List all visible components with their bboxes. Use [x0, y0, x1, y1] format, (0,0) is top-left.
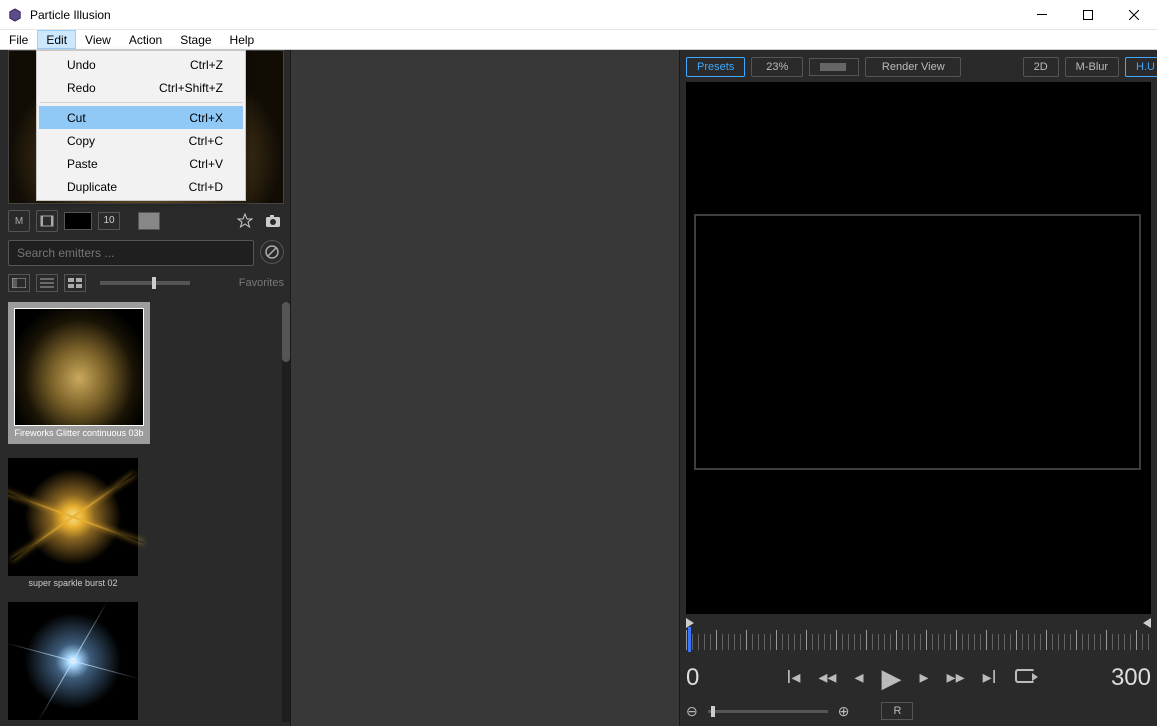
emitter-thumb: [14, 308, 144, 426]
zoom-in-icon[interactable]: ⊕: [838, 703, 850, 720]
star-icon[interactable]: [234, 210, 256, 232]
menu-redo[interactable]: RedoCtrl+Shift+Z: [39, 76, 243, 99]
middle-panel: [290, 50, 680, 726]
stage-viewport[interactable]: [686, 82, 1151, 614]
current-frame: 0: [686, 664, 734, 692]
zoom-percent[interactable]: 23%: [751, 57, 803, 77]
play-button[interactable]: ▶: [882, 667, 902, 689]
menu-undo[interactable]: UndoCtrl+Z: [39, 53, 243, 76]
r-button[interactable]: R: [881, 702, 913, 720]
titlebar: Particle Illusion: [0, 0, 1157, 30]
menubar: File Edit View Action Stage Help: [0, 30, 1157, 50]
menu-action[interactable]: Action: [120, 30, 171, 49]
emitter-scrollbar[interactable]: [282, 302, 290, 722]
content: M 10 Favori: [0, 50, 1157, 726]
emitter-caption: super sparkle burst 02: [8, 578, 138, 588]
rewind-button[interactable]: ◂◂: [818, 667, 836, 689]
menu-stage[interactable]: Stage: [171, 30, 220, 49]
emitter-item[interactable]: super sparkle burst 02: [8, 458, 284, 588]
color-swatch[interactable]: [64, 212, 92, 230]
thumb-size-slider[interactable]: [100, 281, 190, 285]
view-strip: Favorites: [8, 272, 284, 294]
right-panel: Presets 23% Render View 2D M-Blur H.U 0 …: [680, 50, 1157, 726]
stage-frame: [694, 214, 1141, 470]
emitter-thumb: [8, 458, 138, 576]
timeline-zoom-slider[interactable]: [708, 710, 828, 713]
weight-input[interactable]: 10: [98, 212, 120, 230]
detail-view-icon[interactable]: [8, 274, 30, 292]
emitter-list: Fireworks Glitter continuous 03b super s…: [8, 302, 284, 722]
zoom-bar[interactable]: [809, 58, 859, 76]
menu-view[interactable]: View: [76, 30, 120, 49]
timeline-zoom-row: ⊖ ⊕ R: [686, 700, 1151, 722]
grid-view-icon[interactable]: [64, 274, 86, 292]
playhead-cursor[interactable]: [688, 627, 691, 652]
emitter-caption: Fireworks Glitter continuous 03b: [14, 428, 144, 438]
hud-button[interactable]: H.U: [1125, 57, 1157, 77]
time-ruler[interactable]: [686, 630, 1151, 652]
close-button[interactable]: [1111, 0, 1157, 30]
render-view-button[interactable]: Render View: [865, 57, 961, 77]
step-back-button[interactable]: ◂: [854, 667, 863, 689]
edit-dropdown: UndoCtrl+Z RedoCtrl+Shift+Z CutCtrl+X Co…: [36, 50, 246, 201]
mode-2d-button[interactable]: 2D: [1023, 57, 1059, 77]
loop-button[interactable]: [1015, 667, 1035, 689]
menu-help[interactable]: Help: [221, 30, 264, 49]
camera-icon[interactable]: [262, 210, 284, 232]
window-title: Particle Illusion: [30, 8, 111, 22]
goto-end-button[interactable]: ▸I: [983, 667, 997, 689]
favorites-label: Favorites: [239, 277, 284, 289]
menu-duplicate[interactable]: DuplicateCtrl+D: [39, 175, 243, 198]
maximize-button[interactable]: [1065, 0, 1111, 30]
step-forward-button[interactable]: ▸: [920, 667, 929, 689]
minimize-button[interactable]: [1019, 0, 1065, 30]
gray-toggle[interactable]: [138, 212, 160, 230]
film-icon[interactable]: [36, 210, 58, 232]
menu-paste[interactable]: PasteCtrl+V: [39, 152, 243, 175]
mode-m-button[interactable]: M: [8, 210, 30, 232]
emitter-thumb: [8, 602, 138, 720]
mblur-button[interactable]: M-Blur: [1065, 57, 1119, 77]
viewport-toolbar: Presets 23% Render View 2D M-Blur H.U: [686, 56, 1157, 78]
menu-file[interactable]: File: [0, 30, 37, 49]
menu-cut[interactable]: CutCtrl+X: [39, 106, 243, 129]
emitter-item[interactable]: Fireworks Glitter continuous 03b: [8, 302, 150, 444]
menu-copy[interactable]: CopyCtrl+C: [39, 129, 243, 152]
timeline-range[interactable]: [686, 618, 1151, 628]
menu-edit[interactable]: Edit: [37, 30, 76, 49]
end-frame: 300: [1087, 664, 1151, 692]
goto-start-button[interactable]: I◂: [786, 667, 800, 689]
presets-button[interactable]: Presets: [686, 57, 745, 77]
range-end-handle[interactable]: [1143, 618, 1151, 628]
fast-forward-button[interactable]: ▸▸: [947, 667, 965, 689]
transport-bar: 0 I◂ ◂◂ ◂ ▶ ▸ ▸▸ ▸I 300: [686, 660, 1151, 696]
app-icon: [8, 8, 22, 22]
emitter-item[interactable]: [8, 602, 284, 722]
search-row: [8, 240, 284, 266]
emitter-tool-strip: M 10: [8, 209, 284, 233]
menu-separator: [40, 102, 242, 103]
list-view-icon[interactable]: [36, 274, 58, 292]
clear-search-icon[interactable]: [260, 240, 284, 264]
zoom-out-icon[interactable]: ⊖: [686, 703, 698, 720]
search-input[interactable]: [8, 240, 254, 266]
